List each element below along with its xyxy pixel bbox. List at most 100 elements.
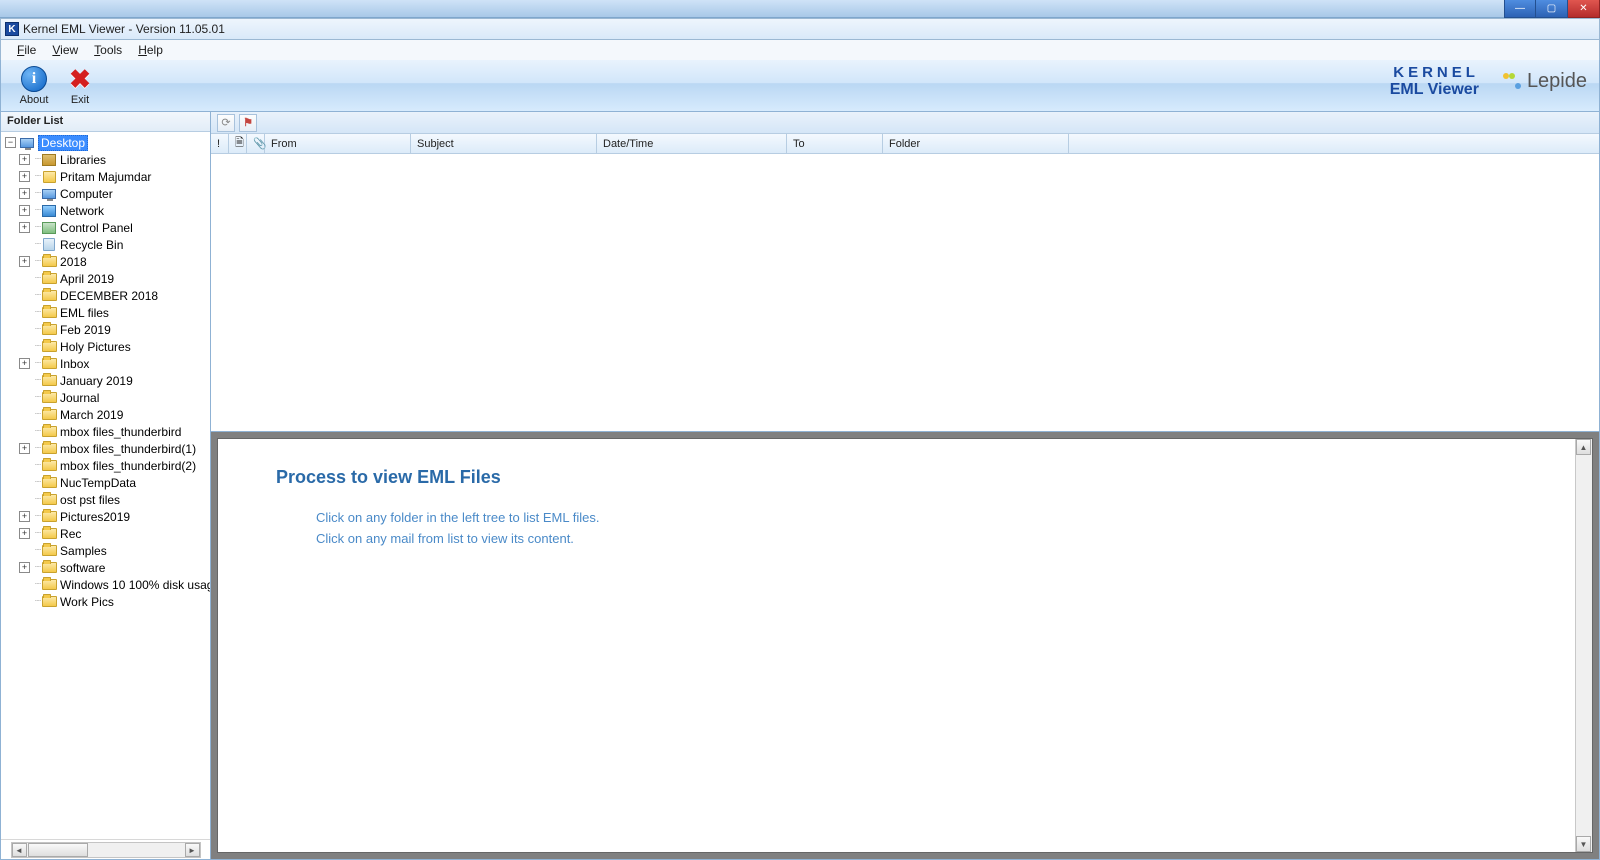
expand-icon[interactable]: + [19,358,30,369]
tree-item-workpics[interactable]: ┈ Work Pics [1,593,210,610]
tree-label: Computer [60,187,113,201]
tree-label: Feb 2019 [60,323,111,337]
tree-item-journal[interactable]: ┈ Journal [1,389,210,406]
menu-file[interactable]: File [11,42,42,58]
tree-label: Inbox [60,357,89,371]
tree-item-controlpanel[interactable]: +┈ Control Panel [1,219,210,236]
scroll-left-icon[interactable]: ◄ [12,843,27,857]
tree-label: Recycle Bin [60,238,123,252]
tree-item-recyclebin[interactable]: ┈ Recycle Bin [1,236,210,253]
tree-item-jan2019[interactable]: ┈ January 2019 [1,372,210,389]
tree-item-mar2019[interactable]: ┈ March 2019 [1,406,210,423]
col-to[interactable]: To [787,134,883,153]
folder-icon [42,324,57,335]
collapse-icon[interactable]: − [5,137,16,148]
tree-item-network[interactable]: +┈ Network [1,202,210,219]
tree-item-software[interactable]: +┈ software [1,559,210,576]
tree-label: mbox files_thunderbird [60,425,181,439]
app-title: Kernel EML Viewer - Version 11.05.01 [23,22,225,36]
col-attachment-icon[interactable]: 📎 [247,134,265,153]
col-read-icon[interactable]: 🗎 [229,134,247,153]
expand-icon[interactable]: + [19,205,30,216]
folder-icon [42,511,57,522]
tree-label: mbox files_thunderbird(1) [60,442,196,456]
tree-item-dec2018[interactable]: ┈ DECEMBER 2018 [1,287,210,304]
tree-item-emlfiles[interactable]: ┈ EML files [1,304,210,321]
lepide-logo-icon [1503,73,1521,91]
folder-icon [42,528,57,539]
menu-help[interactable]: Help [132,42,169,58]
tree-item-ostpst[interactable]: ┈ ost pst files [1,491,210,508]
tree-label: Samples [60,544,107,558]
scroll-thumb[interactable] [28,843,88,857]
preview-vscrollbar[interactable]: ▲ ▼ [1575,439,1592,852]
expand-icon[interactable]: + [19,443,30,454]
flag-button[interactable]: ⚑ [239,114,257,132]
tree-item-samples[interactable]: ┈ Samples [1,542,210,559]
refresh-button[interactable]: ⟳ [217,114,235,132]
menu-view[interactable]: View [46,42,84,58]
col-spacer [1069,134,1599,153]
os-minimize-button[interactable]: — [1504,0,1536,18]
mail-list-body[interactable] [211,154,1599,432]
tree-item-libraries[interactable]: +┈ Libraries [1,151,210,168]
menu-tools[interactable]: Tools [88,42,128,58]
tree-label: Libraries [60,153,106,167]
col-from[interactable]: From [265,134,411,153]
folder-tree-hscrollbar[interactable]: ◄ ► [11,842,201,858]
tree-label: Holy Pictures [60,340,131,354]
os-close-button[interactable]: ✕ [1568,0,1600,18]
tree-item-april2019[interactable]: ┈ April 2019 [1,270,210,287]
tree-item-feb2019[interactable]: ┈ Feb 2019 [1,321,210,338]
folder-icon [42,392,57,403]
tree-item-computer[interactable]: +┈ Computer [1,185,210,202]
tree-label: Pictures2019 [60,510,130,524]
col-subject[interactable]: Subject [411,134,597,153]
expand-icon[interactable]: + [19,528,30,539]
exit-button[interactable]: ✖ Exit [57,65,103,106]
expand-icon[interactable]: + [19,188,30,199]
about-label: About [20,94,49,106]
expand-icon[interactable]: + [19,562,30,573]
folder-icon [42,596,57,607]
about-button[interactable]: i About [11,65,57,106]
menubar: File View Tools Help [0,40,1600,60]
expand-icon[interactable]: + [19,511,30,522]
expand-icon[interactable]: + [19,256,30,267]
tree-item-rec[interactable]: +┈ Rec [1,525,210,542]
info-icon: i [21,66,47,92]
tree-item-pics2019[interactable]: +┈ Pictures2019 [1,508,210,525]
scroll-right-icon[interactable]: ► [185,843,200,857]
col-importance[interactable]: ! [211,134,229,153]
tree-item-user[interactable]: +┈ Pritam Majumdar [1,168,210,185]
folder-icon [42,426,57,437]
tree-item-mbox2[interactable]: ┈ mbox files_thunderbird(2) [1,457,210,474]
app-titlebar: K Kernel EML Viewer - Version 11.05.01 [0,18,1600,40]
background-tabs: ⠀⠀⠀⠀⠀ [250,2,807,13]
tree-item-mbox1[interactable]: +┈ mbox files_thunderbird(1) [1,440,210,457]
folder-icon [42,290,57,301]
col-folder[interactable]: Folder [883,134,1069,153]
preview-pane: Process to view EML Files Click on any f… [211,432,1599,859]
folder-icon [42,256,57,267]
scroll-down-icon[interactable]: ▼ [1576,836,1591,852]
expand-icon[interactable]: + [19,222,30,233]
os-maximize-button[interactable]: ▢ [1536,0,1568,18]
tree-item-win10[interactable]: ┈ Windows 10 100% disk usage [1,576,210,593]
scroll-up-icon[interactable]: ▲ [1576,439,1591,455]
tree-item-2018[interactable]: +┈ 2018 [1,253,210,270]
col-datetime[interactable]: Date/Time [597,134,787,153]
tree-label: Pritam Majumdar [60,170,151,184]
preview-heading: Process to view EML Files [276,467,1592,488]
folder-tree[interactable]: − Desktop +┈ Libraries +┈ Pritam Majumda… [1,132,210,839]
tree-item-holy[interactable]: ┈ Holy Pictures [1,338,210,355]
tree-item-desktop[interactable]: − Desktop [1,134,210,151]
tree-item-mbox[interactable]: ┈ mbox files_thunderbird [1,423,210,440]
expand-icon[interactable]: + [19,171,30,182]
tree-item-nuctemp[interactable]: ┈ NucTempData [1,474,210,491]
folder-icon [42,273,57,284]
expand-icon[interactable]: + [19,154,30,165]
brand-kernel-bottom: EML Viewer [1390,81,1479,99]
tree-item-inbox[interactable]: +┈ Inbox [1,355,210,372]
folder-icon [42,341,57,352]
